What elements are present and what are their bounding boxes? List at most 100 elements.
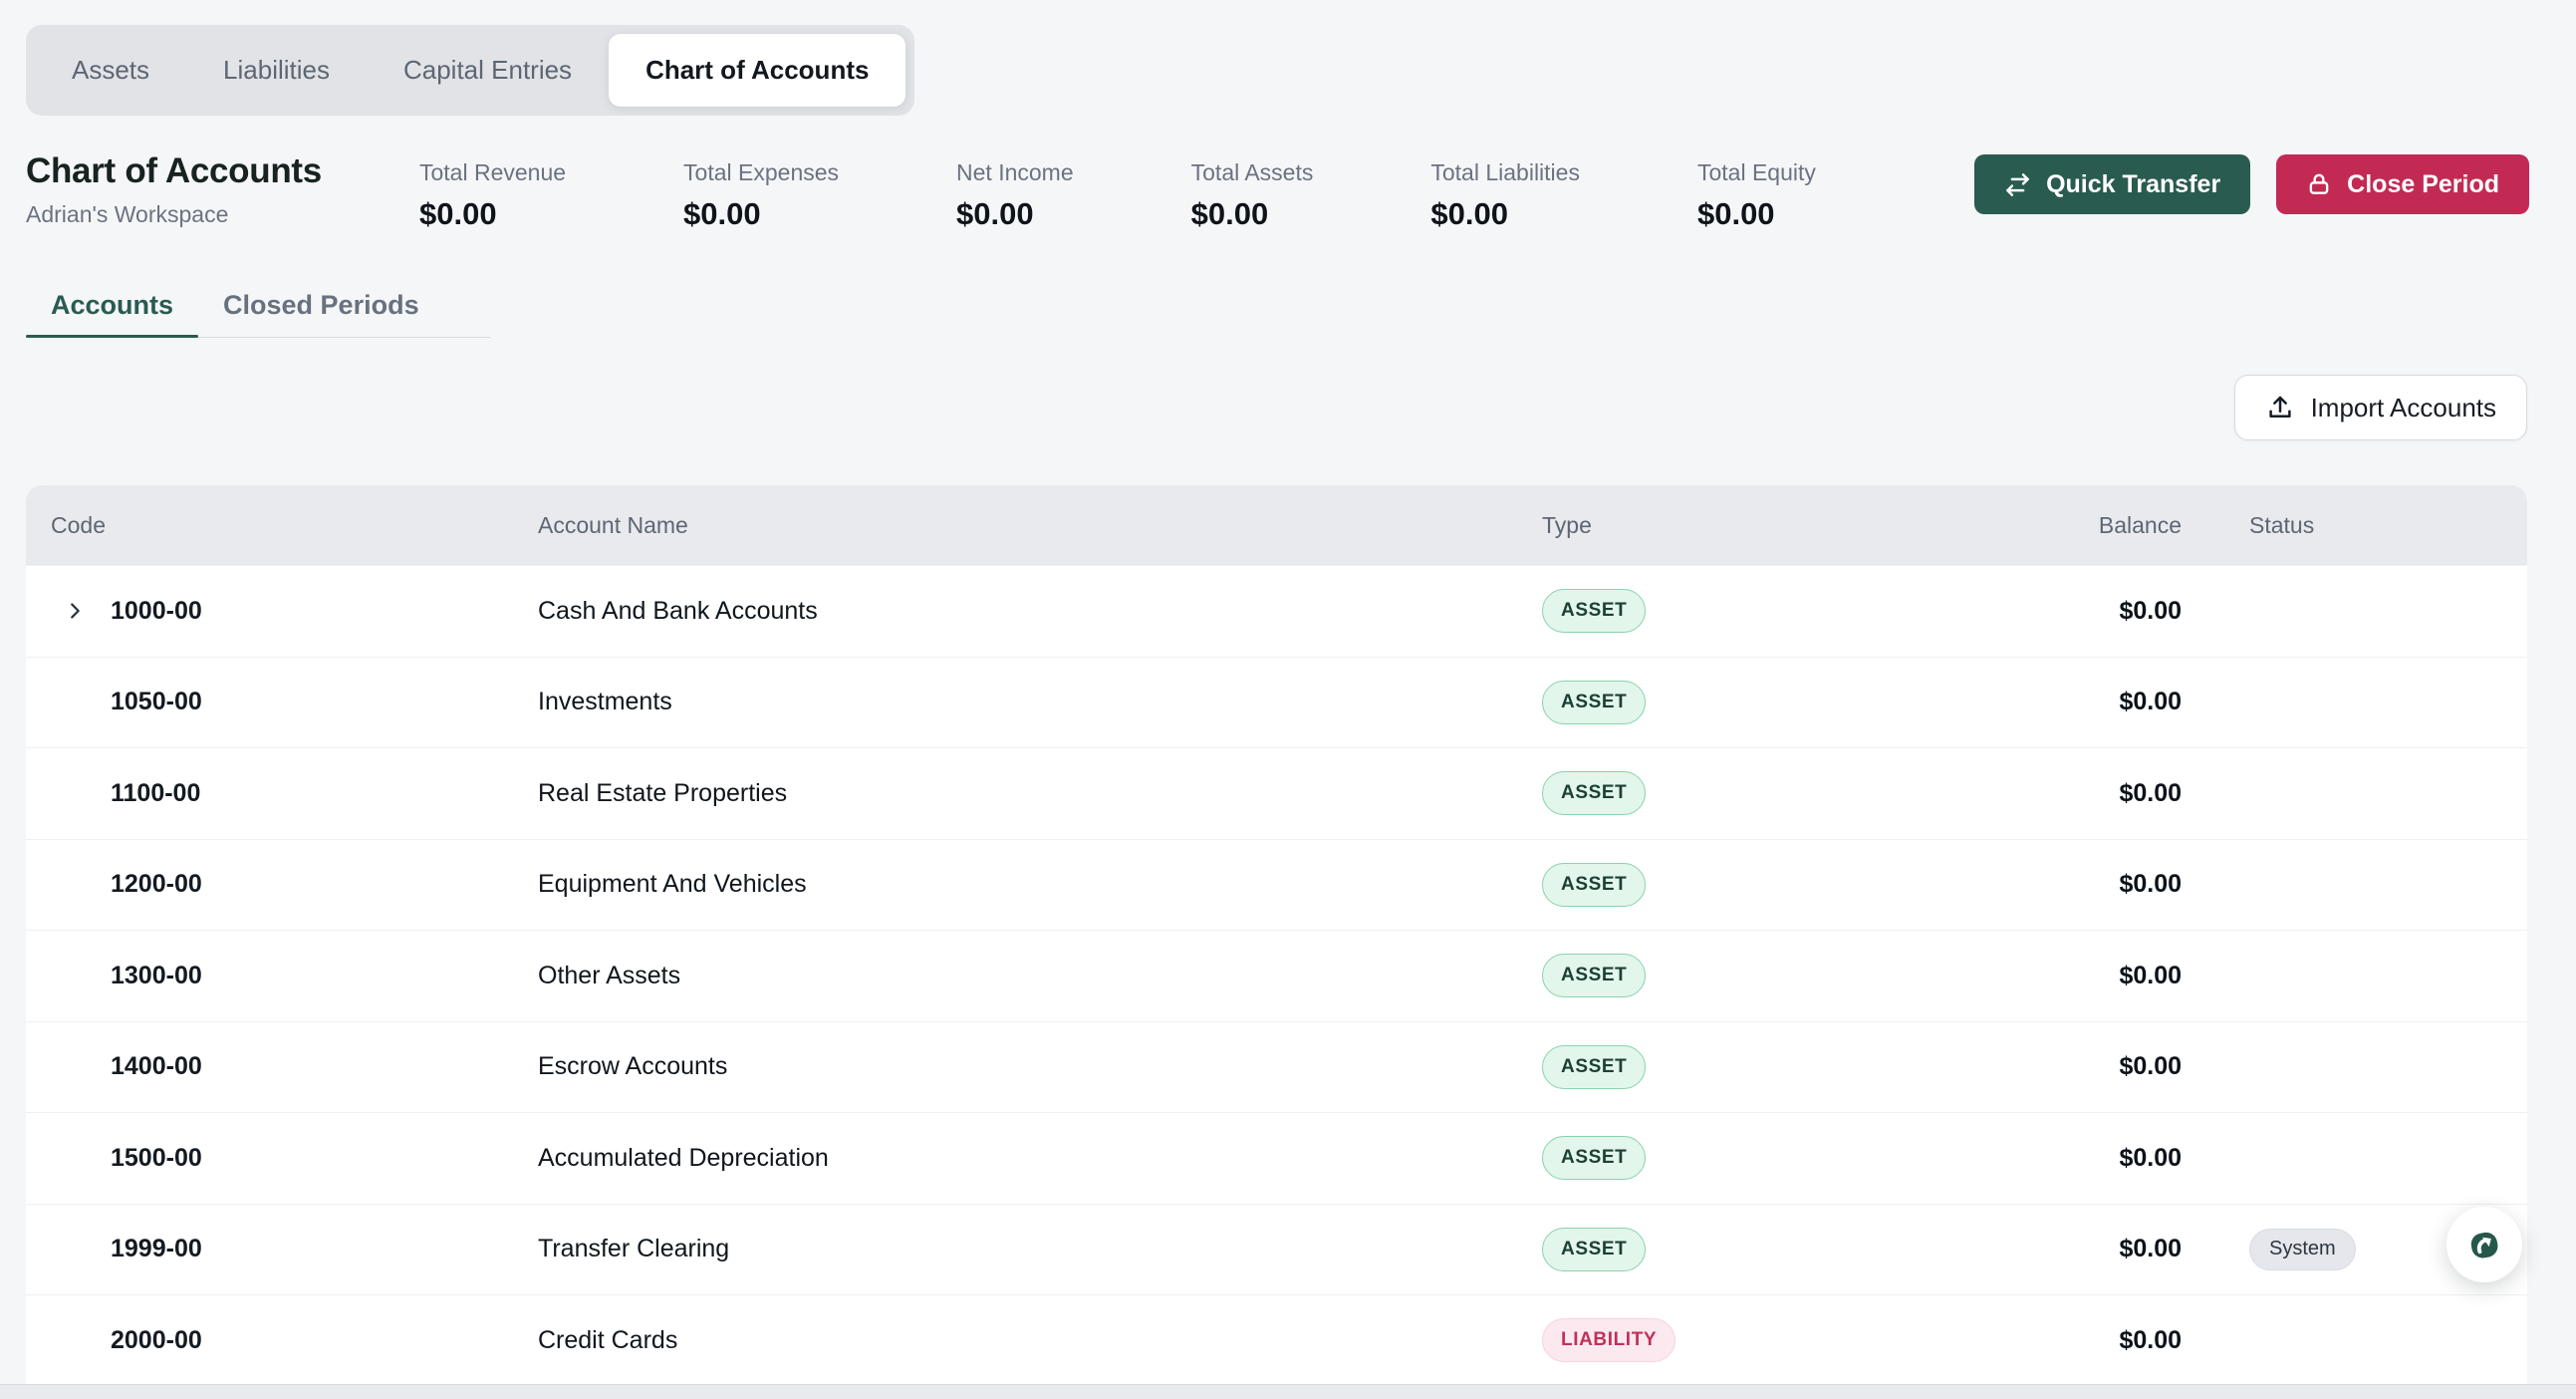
curved-arrow-icon xyxy=(2463,1224,2505,1265)
stat-block: Total Expenses $0.00 xyxy=(683,159,839,232)
module-tab[interactable]: Assets xyxy=(35,34,186,107)
page-header: Chart of Accounts Adrian's Workspace xyxy=(26,151,322,228)
import-accounts-button[interactable]: Import Accounts xyxy=(2234,375,2527,440)
stat-block: Total Equity $0.00 xyxy=(1697,159,1816,232)
stat-label: Total Equity xyxy=(1697,159,1816,186)
column-header-status: Status xyxy=(2182,512,2527,539)
page-bottom-strip xyxy=(0,1384,2576,1399)
table-row[interactable]: 1200-00 Equipment And Vehicles ASSET $0.… xyxy=(26,839,2527,931)
row-expander[interactable] xyxy=(26,1329,111,1351)
table-row[interactable]: 1500-00 Accumulated Depreciation ASSET $… xyxy=(26,1112,2527,1204)
type-cell: ASSET xyxy=(1542,1228,1871,1271)
table-header: Code Account Name Type Balance Status xyxy=(26,485,2527,565)
view-tab[interactable]: Closed Periods xyxy=(198,290,444,338)
type-cell: ASSET xyxy=(1542,863,1871,907)
stat-block: Net Income $0.00 xyxy=(956,159,1074,232)
account-name: Cash And Bank Accounts xyxy=(538,597,1542,626)
row-expander[interactable] xyxy=(26,1056,111,1078)
type-badge: ASSET xyxy=(1542,1228,1646,1271)
table-row[interactable]: 2000-00 Credit Cards LIABILITY $0.00 xyxy=(26,1294,2527,1385)
type-cell: LIABILITY xyxy=(1542,1318,1871,1362)
status-cell xyxy=(2182,588,2527,635)
stat-label: Total Expenses xyxy=(683,159,839,186)
table-body: 1000-00 Cash And Bank Accounts ASSET $0.… xyxy=(26,565,2527,1385)
stat-value: $0.00 xyxy=(956,196,1074,232)
account-code: 1050-00 xyxy=(111,688,538,716)
account-balance: $0.00 xyxy=(1871,1144,2182,1173)
account-name: Transfer Clearing xyxy=(538,1235,1542,1263)
column-header-balance: Balance xyxy=(1871,512,2182,539)
stat-value: $0.00 xyxy=(1697,196,1816,232)
type-badge: ASSET xyxy=(1542,589,1646,633)
account-name: Investments xyxy=(538,688,1542,716)
stat-label: Net Income xyxy=(956,159,1074,186)
account-code: 1300-00 xyxy=(111,962,538,990)
status-cell xyxy=(2182,1043,2527,1090)
stat-block: Total Liabilities $0.00 xyxy=(1430,159,1580,232)
view-tabs: Accounts Closed Periods xyxy=(26,290,490,338)
close-period-label: Close Period xyxy=(2347,170,2499,199)
account-code: 1999-00 xyxy=(111,1235,538,1263)
row-expander[interactable] xyxy=(26,874,111,896)
type-cell: ASSET xyxy=(1542,1045,1871,1089)
table-row[interactable]: 1050-00 Investments ASSET $0.00 xyxy=(26,657,2527,748)
stat-block: Total Assets $0.00 xyxy=(1191,159,1314,232)
stat-label: Total Liabilities xyxy=(1430,159,1580,186)
table-row[interactable]: 1100-00 Real Estate Properties ASSET $0.… xyxy=(26,747,2527,839)
import-accounts-label: Import Accounts xyxy=(2311,393,2496,423)
account-balance: $0.00 xyxy=(1871,962,2182,990)
type-cell: ASSET xyxy=(1542,681,1871,724)
account-code: 1100-00 xyxy=(111,779,538,808)
table-row[interactable]: 1400-00 Escrow Accounts ASSET $0.00 xyxy=(26,1021,2527,1113)
summary-stats: Total Revenue $0.00 Total Expenses $0.00… xyxy=(419,159,1816,232)
stat-label: Total Assets xyxy=(1191,159,1314,186)
account-name: Accumulated Depreciation xyxy=(538,1144,1542,1173)
module-tab[interactable]: Chart of Accounts xyxy=(609,34,905,107)
lock-icon xyxy=(2306,171,2332,197)
column-header-type: Type xyxy=(1542,512,1871,539)
module-tabbar: Assets Liabilities Capital Entries Chart… xyxy=(26,25,914,116)
table-row[interactable]: 1999-00 Transfer Clearing ASSET $0.00 Sy… xyxy=(26,1204,2527,1295)
account-balance: $0.00 xyxy=(1871,688,2182,716)
quick-transfer-label: Quick Transfer xyxy=(2046,170,2220,199)
row-expander[interactable] xyxy=(26,782,111,804)
type-cell: ASSET xyxy=(1542,771,1871,815)
account-balance: $0.00 xyxy=(1871,870,2182,899)
type-badge: ASSET xyxy=(1542,863,1646,907)
stat-value: $0.00 xyxy=(1191,196,1314,232)
table-row[interactable]: 1000-00 Cash And Bank Accounts ASSET $0.… xyxy=(26,565,2527,657)
account-name: Real Estate Properties xyxy=(538,779,1542,808)
close-period-button[interactable]: Close Period xyxy=(2276,154,2529,214)
support-widget-button[interactable] xyxy=(2447,1207,2522,1282)
status-cell xyxy=(2182,861,2527,908)
type-badge: ASSET xyxy=(1542,681,1646,724)
account-balance: $0.00 xyxy=(1871,1052,2182,1081)
status-cell xyxy=(2182,953,2527,999)
table-row[interactable]: 1300-00 Other Assets ASSET $0.00 xyxy=(26,930,2527,1021)
account-balance: $0.00 xyxy=(1871,779,2182,808)
type-cell: ASSET xyxy=(1542,954,1871,997)
column-header-code: Code xyxy=(51,512,538,539)
workspace-name: Adrian's Workspace xyxy=(26,201,322,228)
row-expander[interactable] xyxy=(26,1147,111,1169)
type-cell: ASSET xyxy=(1542,589,1871,633)
row-expander[interactable] xyxy=(26,692,111,713)
status-cell xyxy=(2182,1135,2527,1182)
quick-transfer-button[interactable]: Quick Transfer xyxy=(1974,154,2250,214)
row-expander[interactable] xyxy=(26,1239,111,1260)
row-expander[interactable] xyxy=(26,965,111,986)
account-name: Credit Cards xyxy=(538,1326,1542,1355)
accounts-table: Code Account Name Type Balance Status 10… xyxy=(26,485,2527,1385)
account-code: 2000-00 xyxy=(111,1326,538,1355)
type-badge: LIABILITY xyxy=(1542,1318,1675,1362)
view-tab[interactable]: Accounts xyxy=(26,290,198,338)
status-cell xyxy=(2182,1317,2527,1364)
page-title: Chart of Accounts xyxy=(26,151,322,191)
module-tab[interactable]: Liabilities xyxy=(186,34,367,107)
row-expander[interactable] xyxy=(26,600,111,622)
account-code: 1400-00 xyxy=(111,1052,538,1081)
type-badge: ASSET xyxy=(1542,1136,1646,1180)
status-cell xyxy=(2182,770,2527,817)
account-code: 1000-00 xyxy=(111,597,538,626)
module-tab[interactable]: Capital Entries xyxy=(367,34,609,107)
